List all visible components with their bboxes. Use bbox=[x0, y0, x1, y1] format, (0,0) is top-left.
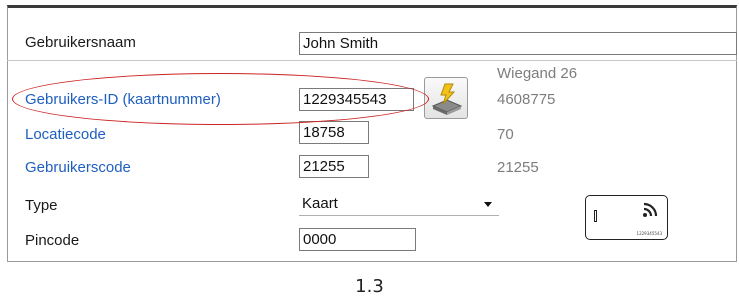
card-number-text: 1229345543 bbox=[636, 231, 662, 236]
row-divider bbox=[7, 60, 737, 61]
pincode-label: Pincode bbox=[25, 232, 80, 249]
pincode-input[interactable]: 0000 bbox=[299, 228, 416, 251]
chevron-down-icon[interactable] bbox=[484, 202, 492, 207]
location-code-label: Locatiecode bbox=[25, 126, 106, 143]
location-code-input[interactable]: 18758 bbox=[299, 121, 369, 144]
username-input[interactable]: John Smith bbox=[299, 32, 737, 55]
figure-caption: 1.3 bbox=[355, 276, 384, 297]
encode-card-icon bbox=[431, 83, 463, 115]
user-code-input[interactable]: 21255 bbox=[299, 155, 369, 178]
card-chip-icon bbox=[594, 210, 597, 222]
user-code-wiegand: 21255 bbox=[497, 159, 539, 176]
user-id-input[interactable]: 1229345543 bbox=[299, 88, 414, 111]
rfid-card-icon: 1229345543 bbox=[585, 195, 668, 240]
wiegand-header: Wiegand 26 bbox=[497, 65, 578, 82]
encode-card-button[interactable] bbox=[424, 77, 468, 119]
type-label: Type bbox=[25, 197, 58, 214]
user-id-label: Gebruikers-ID (kaartnummer) bbox=[25, 91, 221, 108]
user-code-label: Gebruikerscode bbox=[25, 159, 131, 176]
user-id-wiegand: 4608775 bbox=[497, 91, 556, 108]
type-select[interactable]: Kaart bbox=[299, 193, 499, 216]
contactless-icon bbox=[643, 202, 658, 217]
type-select-value: Kaart bbox=[302, 195, 338, 212]
username-label: Gebruikersnaam bbox=[25, 34, 136, 51]
location-code-wiegand: 70 bbox=[497, 126, 514, 143]
